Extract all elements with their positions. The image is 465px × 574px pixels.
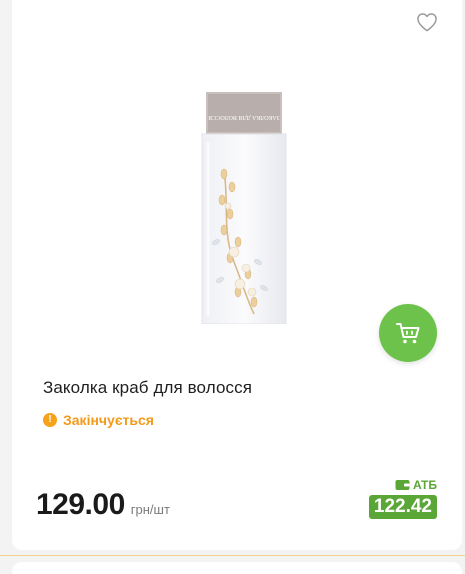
product-title[interactable]: Заколка краб для волосся [43,378,252,398]
add-to-cart-button[interactable] [379,304,437,362]
next-product-card[interactable] [12,562,462,574]
wallet-icon [395,480,410,490]
stock-status-label: Закінчується [63,412,154,428]
divider [0,555,465,556]
price-value: 129.00 [36,488,125,521]
loyalty-price-value: 122.42 [368,495,437,519]
exclamation-icon: ! [43,413,57,427]
cart-icon [396,323,420,344]
stock-status: ! Закінчується [43,412,154,428]
product-image[interactable]: ЗАКОЛКА ДЛЯ ВОЛОССЯ [194,92,294,324]
loyalty-card-name: АТБ [412,478,437,492]
product-card[interactable]: ЗАКОЛКА ДЛЯ ВОЛОССЯ Заколка краб для вол… [12,0,462,550]
price-block: 129.00 грн/шт [36,488,170,522]
loyalty-price: АТБ 122.42 [363,478,437,519]
favorite-button[interactable] [415,12,439,34]
heart-icon [417,13,437,32]
svg-text:ЗАКОЛКА ДЛЯ ВОЛОССЯ: ЗАКОЛКА ДЛЯ ВОЛОССЯ [208,114,279,120]
loyalty-card-label: АТБ [395,478,437,492]
price-unit: грн/шт [130,502,170,517]
